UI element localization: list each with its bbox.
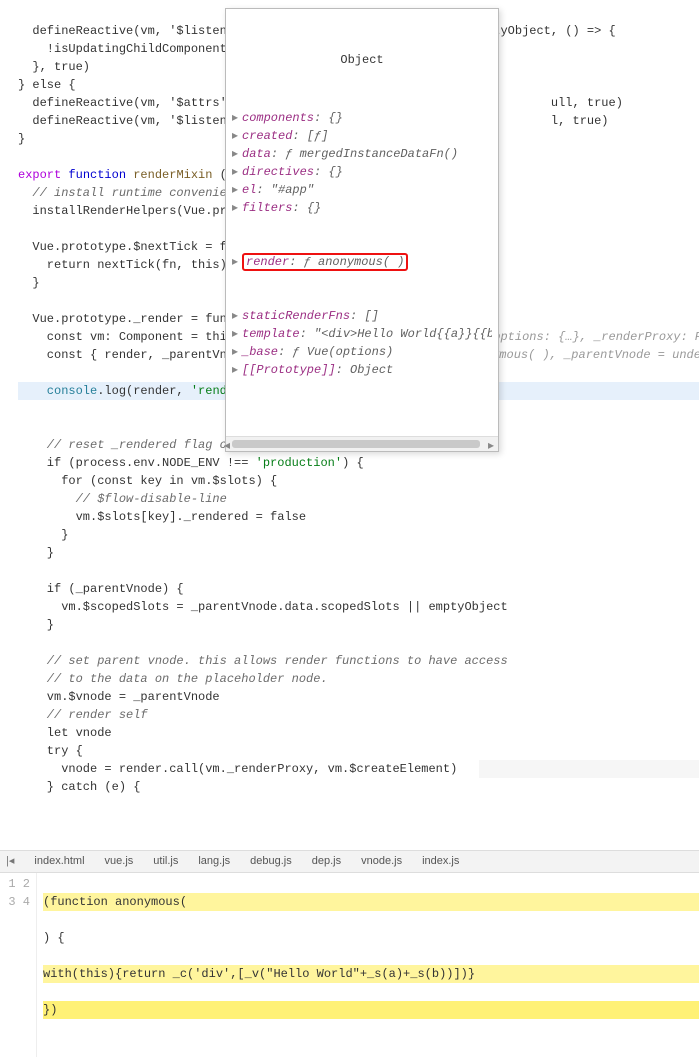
expand-icon[interactable]: ▸ xyxy=(232,253,242,271)
tab-debug-js[interactable]: debug.js xyxy=(250,853,292,870)
popup-scrollbar[interactable]: ◂ ▸ xyxy=(226,436,498,451)
bottom-code[interactable]: (function anonymous( ) { with(this){retu… xyxy=(37,873,699,1057)
code-line: vnode = render.call(vm._renderProxy, vm.… xyxy=(18,762,699,776)
code-line: if (process.env.NODE_ENV !== 'production… xyxy=(18,456,364,470)
tab-strip: |◂ index.html vue.js util.js lang.js deb… xyxy=(0,850,699,873)
expand-icon[interactable]: ▸ xyxy=(232,361,242,379)
code-line: } catch (e) { xyxy=(18,780,140,794)
code-line: } xyxy=(18,618,54,632)
scroll-right-icon[interactable]: ▸ xyxy=(488,437,494,455)
code-line: vm.$vnode = _parentVnode xyxy=(18,690,220,704)
code-line: // to the data on the placeholder node. xyxy=(18,672,328,686)
code-line: } xyxy=(18,132,25,146)
code-line: let vnode xyxy=(18,726,112,740)
expand-icon[interactable]: ▸ xyxy=(232,127,242,145)
bottom-panel[interactable]: 1 2 3 4 (function anonymous( ) { with(th… xyxy=(0,873,699,1057)
expand-icon[interactable]: ▸ xyxy=(232,307,242,325)
tab-lang-js[interactable]: lang.js xyxy=(198,853,230,870)
popup-row-render[interactable]: ▸render: ƒ anonymous( ) xyxy=(232,253,492,271)
bottom-line: ) { xyxy=(43,929,699,947)
popup-row[interactable]: ▸created: [ƒ] xyxy=(232,127,492,145)
popup-row[interactable]: ▸_base: ƒ Vue(options) xyxy=(232,343,492,361)
code-line: } xyxy=(18,276,40,290)
popup-row[interactable]: ▸el: "#app" xyxy=(232,181,492,199)
scrollbar-thumb[interactable] xyxy=(232,440,480,448)
code-line: } xyxy=(18,546,54,560)
expand-icon[interactable]: ▸ xyxy=(232,343,242,361)
code-line: vm.$slots[key]._rendered = false xyxy=(18,510,306,524)
tab-util-js[interactable]: util.js xyxy=(153,853,178,870)
code-line: }, true) xyxy=(18,60,90,74)
tab-index-html[interactable]: index.html xyxy=(34,853,84,870)
popup-row[interactable]: ▸template: "<div>Hello World{{a}}{{b}}</… xyxy=(232,325,492,343)
expand-icon[interactable]: ▸ xyxy=(232,145,242,163)
popup-row[interactable]: ▸staticRenderFns: [] xyxy=(232,307,492,325)
tab-dep-js[interactable]: dep.js xyxy=(312,853,341,870)
popup-title: Object xyxy=(232,49,492,73)
back-icon[interactable]: |◂ xyxy=(6,853,14,870)
code-line: // set parent vnode. this allows render … xyxy=(18,654,508,668)
gutter: 1 2 3 4 xyxy=(0,873,37,1057)
bottom-line: (function anonymous( xyxy=(43,893,699,911)
code-line: if (_parentVnode) { xyxy=(18,582,184,596)
code-line: vm.$scopedSlots = _parentVnode.data.scop… xyxy=(18,600,508,614)
popup-row[interactable]: ▸directives: {} xyxy=(232,163,492,181)
expand-icon[interactable]: ▸ xyxy=(232,163,242,181)
code-editor[interactable]: defineReactive(vm, '$listeners', options… xyxy=(0,0,699,850)
popup-row[interactable]: ▸components: {} xyxy=(232,109,492,127)
expand-icon[interactable]: ▸ xyxy=(232,109,242,127)
code-line: try { xyxy=(18,744,83,758)
tab-index-js[interactable]: index.js xyxy=(422,853,459,870)
popup-row[interactable]: ▸filters: {} xyxy=(232,199,492,217)
popup-row[interactable]: ▸data: ƒ mergedInstanceDataFn() xyxy=(232,145,492,163)
expand-icon[interactable]: ▸ xyxy=(232,181,242,199)
tab-vue-js[interactable]: vue.js xyxy=(105,853,134,870)
code-line: } else { xyxy=(18,78,76,92)
expand-icon[interactable]: ▸ xyxy=(232,199,242,217)
scroll-left-icon[interactable]: ◂ xyxy=(224,437,230,455)
expand-icon[interactable]: ▸ xyxy=(232,325,242,343)
code-line: return nextTick(fn, this) xyxy=(18,258,227,272)
code-line: // $flow-disable-line xyxy=(18,492,227,506)
object-inspector-popup[interactable]: Object ▸components: {}▸created: [ƒ]▸data… xyxy=(225,8,499,452)
code-line: // render self xyxy=(18,708,148,722)
bottom-line: with(this){return _c('div',[_v("Hello Wo… xyxy=(43,965,699,983)
bottom-line: }) xyxy=(43,1001,699,1019)
popup-row[interactable]: ▸[[Prototype]]: Object xyxy=(232,361,492,379)
faded-region xyxy=(479,760,699,778)
code-line: } xyxy=(18,528,68,542)
tab-vnode-js[interactable]: vnode.js xyxy=(361,853,402,870)
